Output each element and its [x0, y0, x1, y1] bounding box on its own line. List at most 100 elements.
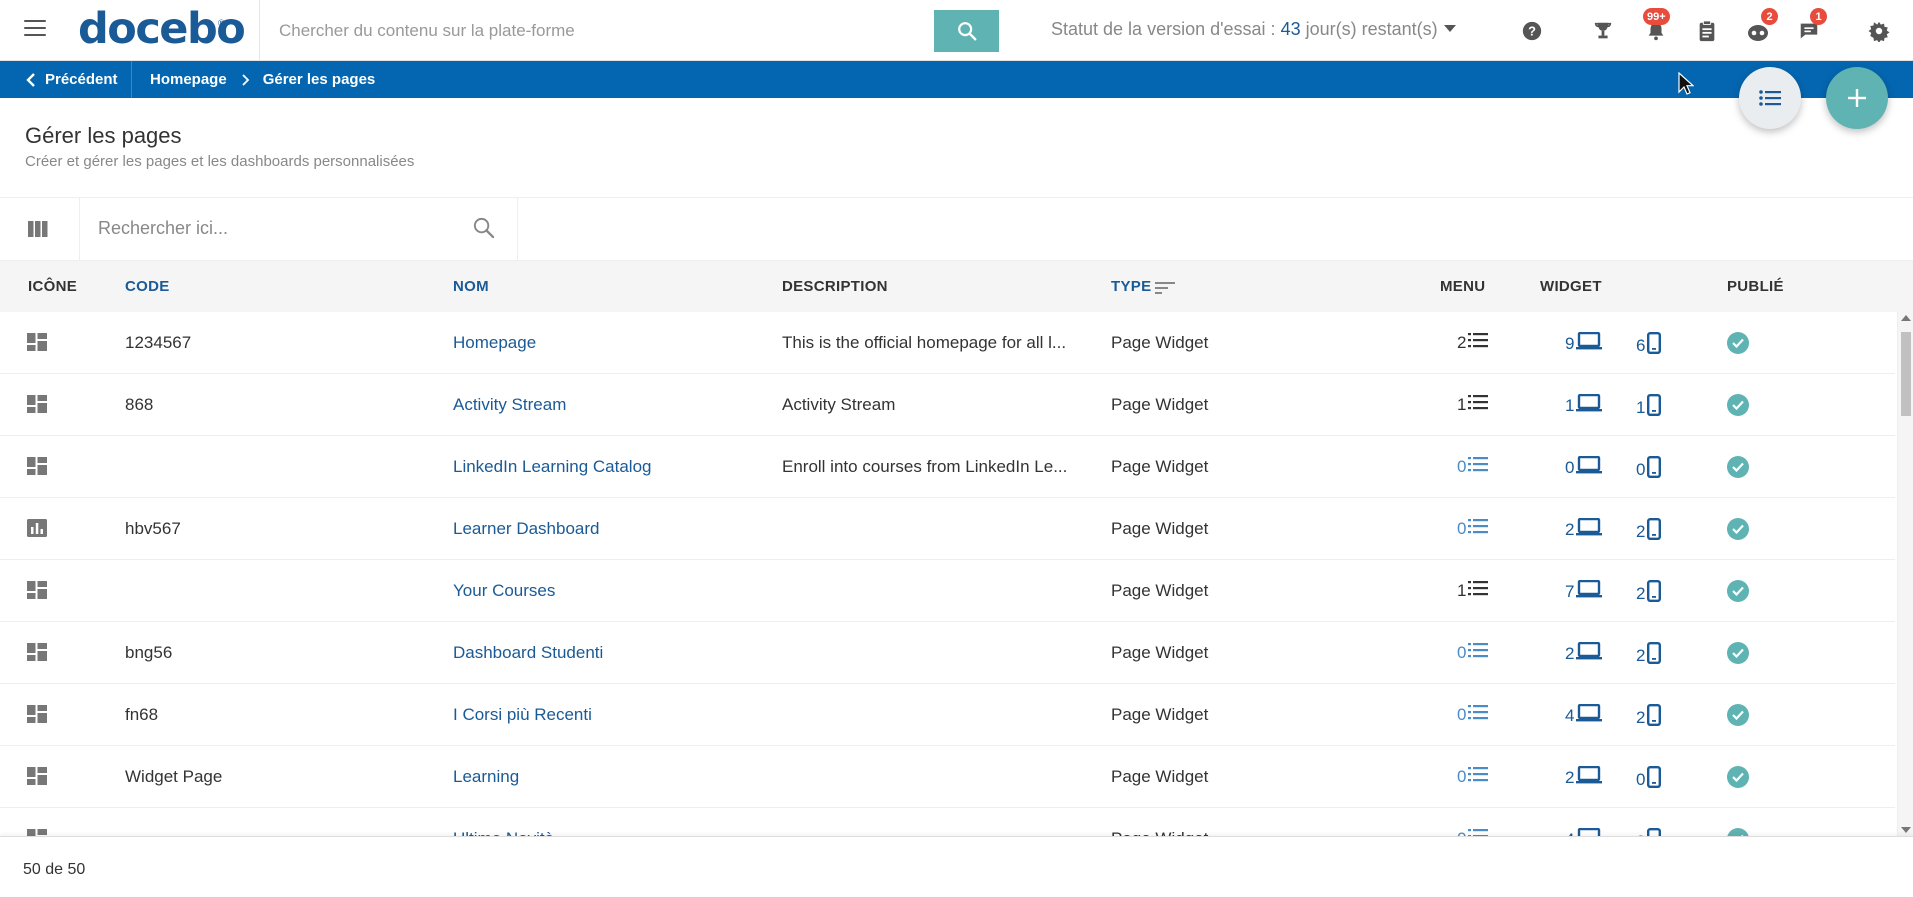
desktop-widget-count[interactable]: 7 — [1565, 579, 1603, 603]
table-row[interactable]: Ultime Novità Page Widget 0 4 2 — [0, 808, 1895, 836]
trial-status[interactable]: Statut de la version d'essai : 43 jour(s… — [1051, 19, 1456, 40]
cell-name[interactable]: Activity Stream — [453, 395, 763, 415]
table-row[interactable]: fn68 I Corsi più Recenti Page Widget 0 4 2 — [0, 684, 1895, 746]
cell-name[interactable]: Ultime Novità — [453, 829, 763, 836]
scroll-down-icon[interactable] — [1901, 827, 1911, 833]
menu-count[interactable]: 2 — [1457, 332, 1489, 353]
mobile-widget-count[interactable]: 2 — [1636, 828, 1662, 836]
mobile-count-value: 2 — [1636, 707, 1646, 727]
mobile-widget-count[interactable]: 6 — [1636, 332, 1662, 359]
table-row[interactable]: Your Courses Page Widget 1 7 2 — [0, 560, 1895, 622]
phone-icon — [1645, 456, 1662, 483]
table-row[interactable]: 868 Activity Stream Activity Stream Page Wi… — [0, 374, 1895, 436]
mobile-widget-count[interactable]: 2 — [1636, 580, 1662, 607]
mobile-widget-count[interactable]: 2 — [1636, 704, 1662, 731]
clipboard-icon[interactable] — [1694, 18, 1720, 44]
phone-icon — [1645, 766, 1662, 793]
coach-icon[interactable]: 2 — [1745, 8, 1778, 44]
published-check-icon[interactable] — [1727, 828, 1749, 836]
menu-count[interactable]: 1 — [1457, 394, 1489, 415]
mobile-widget-count[interactable]: 2 — [1636, 518, 1662, 545]
desktop-widget-count[interactable]: 4 — [1565, 827, 1602, 836]
scrollbar-thumb[interactable] — [1901, 332, 1911, 416]
cell-name[interactable]: LinkedIn Learning Catalog — [453, 457, 763, 477]
desktop-widget-count[interactable]: 0 — [1565, 455, 1603, 479]
gear-icon[interactable] — [1866, 18, 1892, 44]
bell-icon[interactable]: 99+ — [1643, 8, 1670, 44]
desktop-widget-count[interactable]: 2 — [1565, 765, 1603, 789]
table-row[interactable]: LinkedIn Learning Catalog Enroll into cou… — [0, 436, 1895, 498]
scroll-up-icon[interactable] — [1901, 315, 1911, 321]
table-footer: 50 de 50 — [0, 836, 1913, 897]
dashboard-icon — [27, 333, 47, 356]
menu-count[interactable]: 0 — [1457, 704, 1489, 725]
messages-badge: 1 — [1810, 8, 1827, 25]
menu-count[interactable]: 0 — [1457, 642, 1489, 663]
cell-description: Enroll into courses from LinkedIn Le... — [782, 457, 1068, 476]
cell-code: bng56 — [125, 643, 173, 662]
published-check-icon[interactable] — [1727, 766, 1749, 788]
search-icon[interactable] — [472, 216, 495, 244]
table-row[interactable]: 1234567 Homepage This is the official home… — [0, 312, 1895, 374]
mobile-widget-count[interactable]: 2 — [1636, 642, 1662, 669]
cell-name[interactable]: Dashboard Studenti — [453, 643, 763, 663]
menu-count[interactable]: 0 — [1457, 518, 1489, 539]
column-header-code[interactable]: CODE — [125, 278, 170, 295]
help-icon[interactable]: ? — [1519, 18, 1545, 44]
dashboard-icon — [27, 767, 47, 790]
laptop-icon — [1574, 703, 1603, 727]
global-search-input[interactable] — [262, 10, 934, 52]
mobile-widget-count[interactable]: 0 — [1636, 456, 1662, 483]
table-row[interactable]: Widget Page Learning Page Widget 0 2 0 — [0, 746, 1895, 808]
published-check-icon[interactable] — [1727, 518, 1749, 540]
breadcrumb-homepage[interactable]: Homepage — [150, 71, 227, 88]
menu-count-value: 0 — [1457, 766, 1467, 786]
cell-type: Page Widget — [1111, 705, 1209, 724]
mobile-count-value: 2 — [1636, 645, 1646, 665]
table-search-input[interactable] — [98, 211, 448, 245]
global-search-button[interactable] — [934, 10, 999, 52]
menu-count[interactable]: 0 — [1457, 766, 1489, 787]
sort-icon[interactable] — [1155, 281, 1175, 295]
menu-count[interactable]: 1 — [1457, 580, 1489, 601]
desktop-widget-count[interactable]: 2 — [1565, 517, 1603, 541]
menu-count[interactable]: 0 — [1457, 456, 1489, 477]
back-button[interactable]: Précédent — [0, 61, 132, 98]
desktop-widget-count[interactable]: 4 — [1565, 703, 1603, 727]
table-row[interactable]: bng56 Dashboard Studenti Page Widget 0 2 2 — [0, 622, 1895, 684]
page-subtitle: Créer et gérer les pages et les dashboar… — [25, 153, 415, 170]
desktop-widget-count[interactable]: 1 — [1565, 393, 1603, 417]
published-check-icon[interactable] — [1727, 580, 1749, 602]
chat-icon[interactable]: 1 — [1796, 8, 1827, 44]
published-check-icon[interactable] — [1727, 394, 1749, 416]
trophy-icon[interactable] — [1590, 18, 1616, 44]
cell-name[interactable]: Learning — [453, 767, 763, 787]
menu-icon[interactable] — [24, 20, 46, 38]
dashboard-icon — [27, 581, 47, 604]
table-row[interactable]: hbv567 Learner Dashboard Page Widget 0 2 2 — [0, 498, 1895, 560]
desktop-widget-count[interactable]: 9 — [1565, 331, 1603, 355]
add-page-button[interactable] — [1826, 67, 1888, 129]
logo[interactable]: docebo ® — [76, 0, 260, 61]
cell-name[interactable]: Your Courses — [453, 581, 763, 601]
desktop-count-value: 9 — [1565, 333, 1575, 353]
published-check-icon[interactable] — [1727, 704, 1749, 726]
svg-text:?: ? — [1528, 24, 1536, 39]
published-check-icon[interactable] — [1727, 456, 1749, 478]
mobile-widget-count[interactable]: 1 — [1636, 394, 1662, 421]
column-header-name[interactable]: NOM — [453, 278, 489, 295]
dashboard-icon — [27, 395, 47, 418]
menu-count[interactable]: 0 — [1457, 828, 1489, 836]
cell-name[interactable]: I Corsi più Recenti — [453, 705, 763, 725]
cell-name[interactable]: Homepage — [453, 333, 763, 353]
desktop-widget-count[interactable]: 2 — [1565, 641, 1603, 665]
cell-name[interactable]: Learner Dashboard — [453, 519, 763, 539]
mobile-widget-count[interactable]: 0 — [1636, 766, 1662, 793]
scrollbar[interactable] — [1897, 312, 1913, 836]
list-view-button[interactable] — [1739, 67, 1801, 129]
published-check-icon[interactable] — [1727, 332, 1749, 354]
mobile-count-value: 2 — [1636, 583, 1646, 603]
published-check-icon[interactable] — [1727, 642, 1749, 664]
column-header-type[interactable]: TYPE — [1111, 278, 1151, 295]
columns-icon[interactable] — [28, 221, 48, 242]
